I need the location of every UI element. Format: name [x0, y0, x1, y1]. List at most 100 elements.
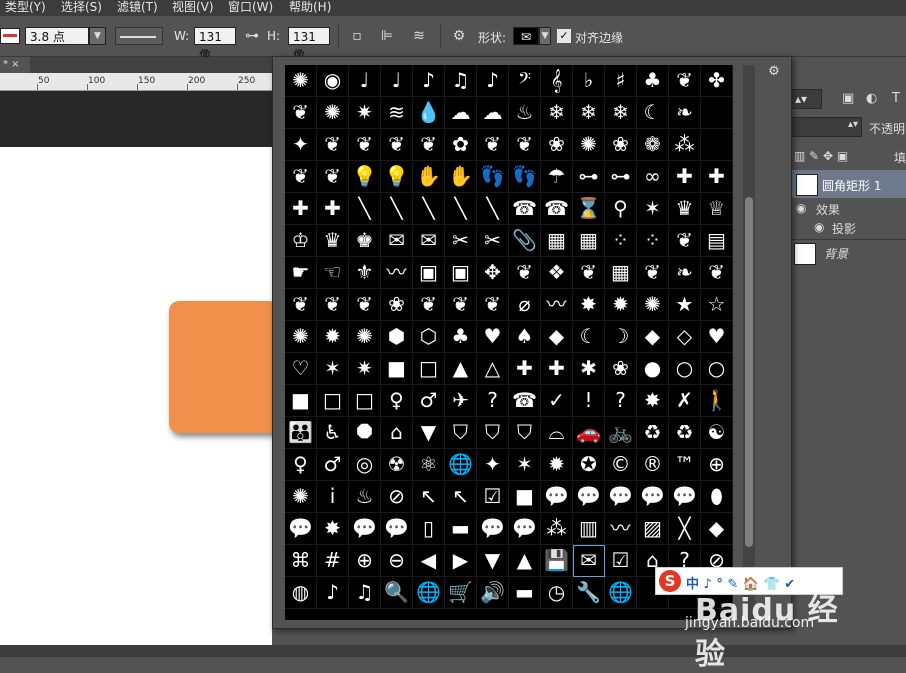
shape-cell[interactable]: ☛: [285, 257, 317, 289]
shape-cell[interactable]: ▦: [605, 257, 637, 289]
shape-cell[interactable]: ♔: [285, 225, 317, 257]
shape-cell[interactable]: ✺: [573, 129, 605, 161]
document-tab[interactable]: * ×: [0, 57, 30, 73]
shape-cell[interactable]: ✂: [477, 225, 509, 257]
shape-cell[interactable]: ❀: [381, 289, 413, 321]
shape-cell[interactable]: 🚗: [573, 417, 605, 449]
shape-cell[interactable]: 🔊: [477, 577, 509, 609]
shape-cell[interactable]: ♂: [413, 385, 445, 417]
shape-cell[interactable]: ✋: [445, 161, 477, 193]
stroke-width-field[interactable]: 3.8 点: [25, 27, 89, 45]
shape-cell[interactable]: 🌐: [445, 449, 477, 481]
shape-cell[interactable]: ❦: [381, 129, 413, 161]
shape-cell[interactable]: ❦: [701, 257, 733, 289]
shape-cell[interactable]: 💬: [669, 481, 701, 513]
shape-cell[interactable]: ♕: [701, 193, 733, 225]
shape-cell[interactable]: 🌐: [605, 577, 637, 609]
shape-cell[interactable]: ⁂: [541, 513, 573, 545]
shape-cell[interactable]: □: [317, 385, 349, 417]
shape-cell[interactable]: ☆: [701, 289, 733, 321]
shape-cell[interactable]: ✺: [285, 321, 317, 353]
shape-cell[interactable]: ✸: [637, 385, 669, 417]
shape-cell[interactable]: ❦: [285, 161, 317, 193]
shape-cell[interactable]: ⯃: [349, 417, 381, 449]
shape-cell[interactable]: □: [413, 353, 445, 385]
shape-cell[interactable]: ❦: [509, 129, 541, 161]
shape-cell[interactable]: 💬: [509, 513, 541, 545]
shape-cell[interactable]: ?: [477, 385, 509, 417]
shape-cell[interactable]: ❦: [573, 257, 605, 289]
shape-cell[interactable]: 🛒: [445, 577, 477, 609]
shape-cell[interactable]: [701, 97, 733, 129]
shape-cell[interactable]: ♂: [317, 449, 349, 481]
shape-cell[interactable]: ❖: [541, 257, 573, 289]
shape-cell[interactable]: ♻: [637, 417, 669, 449]
shape-cell[interactable]: ❦: [413, 289, 445, 321]
effects-row[interactable]: ◉ 效果: [790, 201, 906, 219]
shape-cell[interactable]: ◀: [413, 545, 445, 577]
shape-cell[interactable]: ♯: [605, 65, 637, 97]
shape-cell[interactable]: ⊖: [381, 545, 413, 577]
shape-cell[interactable]: ❦: [285, 289, 317, 321]
layer-filter-dropdown[interactable]: ▴▾: [790, 89, 822, 109]
rounded-rectangle-shape[interactable]: [169, 301, 279, 433]
shape-cell[interactable]: ♻: [669, 417, 701, 449]
shape-cell[interactable]: ◍: [285, 577, 317, 609]
stroke-type-dropdown[interactable]: [115, 27, 163, 45]
shape-cell[interactable]: ▬: [509, 577, 541, 609]
menu-item-filter[interactable]: 滤镜(T): [117, 0, 158, 14]
shape-cell[interactable]: ▶: [445, 545, 477, 577]
shape-cell[interactable]: ♀: [285, 449, 317, 481]
shape-cell[interactable]: ╲: [445, 193, 477, 225]
path-arrangement-icon[interactable]: ≋: [410, 27, 428, 45]
shape-cell[interactable]: ╳: [669, 513, 701, 545]
shape-cell[interactable]: ⛉: [509, 417, 541, 449]
shape-cell[interactable]: ▣: [413, 257, 445, 289]
shape-cell[interactable]: ❦: [509, 257, 541, 289]
shape-cell[interactable]: ✦: [285, 129, 317, 161]
shape-cell[interactable]: ?: [605, 385, 637, 417]
shape-cell[interactable]: ⚜: [349, 257, 381, 289]
link-icon[interactable]: ⊶: [243, 27, 261, 45]
adjustment-filter-icon[interactable]: ◐: [866, 91, 877, 106]
shape-cell[interactable]: i: [317, 481, 349, 513]
shape-cell[interactable]: ❧: [669, 257, 701, 289]
shape-cell[interactable]: ✉: [381, 225, 413, 257]
shape-cell[interactable]: 💬: [573, 481, 605, 513]
drop-shadow-row[interactable]: ◉ 投影: [790, 220, 906, 238]
shape-cell[interactable]: ❦: [445, 289, 477, 321]
shape-cell[interactable]: 〰: [605, 513, 637, 545]
shape-cell[interactable]: ✚: [285, 193, 317, 225]
shape-cell[interactable]: ♥: [477, 321, 509, 353]
shape-cell[interactable]: 💬: [349, 513, 381, 545]
shape-cell[interactable]: ❀: [605, 129, 637, 161]
shape-cell[interactable]: ❦: [669, 65, 701, 97]
shape-cell[interactable]: ⁂: [669, 129, 701, 161]
gear-icon[interactable]: ⚙: [450, 27, 468, 45]
shape-cell[interactable]: ◆: [637, 321, 669, 353]
shape-cell[interactable]: ▬: [445, 513, 477, 545]
shape-cell[interactable]: 💬: [637, 481, 669, 513]
shape-cell[interactable]: ■: [285, 385, 317, 417]
shape-cell[interactable]: ☁: [477, 97, 509, 129]
shape-cell[interactable]: ❄: [541, 97, 573, 129]
shape-cell[interactable]: ❄: [605, 97, 637, 129]
shape-cell[interactable]: 🔧: [573, 577, 605, 609]
shape-cell[interactable]: ☑: [605, 545, 637, 577]
shape-cell[interactable]: ❦: [669, 225, 701, 257]
shape-picker-dropdown[interactable]: ▼: [539, 27, 551, 45]
shape-cell[interactable]: ⬡: [413, 321, 445, 353]
shape-cell[interactable]: △: [477, 353, 509, 385]
shape-cell[interactable]: ♥: [701, 321, 733, 353]
layer-row-rounded-rect[interactable]: 圆角矩形 1: [790, 170, 906, 198]
shape-cell[interactable]: [701, 129, 733, 161]
shape-cell[interactable]: ◉: [317, 65, 349, 97]
eye-icon[interactable]: ◉: [814, 220, 824, 234]
shape-cell[interactable]: ⚲: [605, 193, 637, 225]
shape-cell[interactable]: ╲: [349, 193, 381, 225]
shape-cell[interactable]: ✂: [445, 225, 477, 257]
shape-cell[interactable]: ✦: [477, 449, 509, 481]
shape-cell[interactable]: ▣: [445, 257, 477, 289]
shape-cell[interactable]: ♪: [413, 65, 445, 97]
eye-icon[interactable]: ◉: [796, 201, 806, 215]
